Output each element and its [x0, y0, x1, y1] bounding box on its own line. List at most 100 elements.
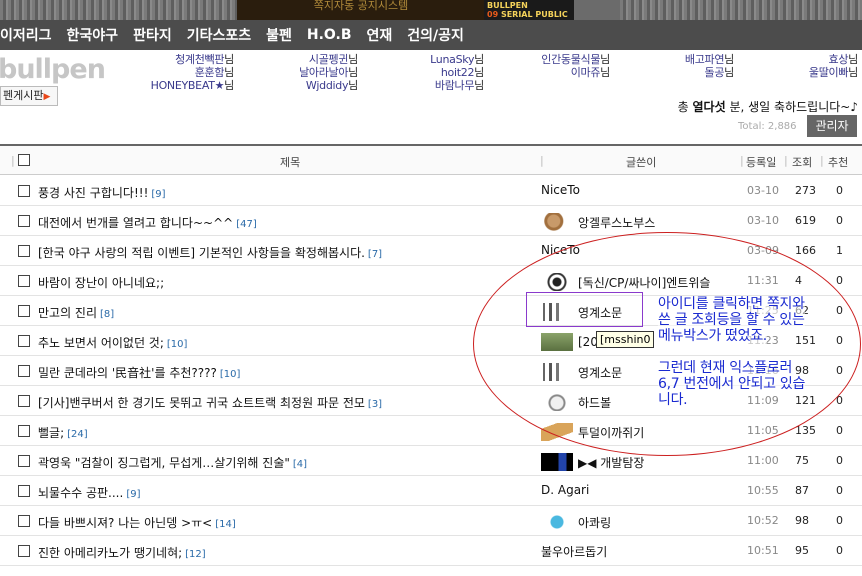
row-checkbox[interactable] [18, 425, 30, 437]
bullpen-logo[interactable]: bullpen [0, 54, 106, 85]
admin-button[interactable]: 관리자 [807, 115, 857, 137]
post-writer[interactable]: 아콰링 [541, 513, 611, 531]
stadium-image-left [0, 0, 240, 20]
post-title[interactable]: 진한 아메리카노가 땡기네혀; [12] [38, 544, 206, 561]
comment-count[interactable]: [8] [100, 309, 114, 320]
nav-bullpen[interactable]: 불펜 [266, 25, 292, 45]
comment-count[interactable]: [3] [368, 399, 382, 410]
birthday-user[interactable]: 날아라날아님 [282, 66, 358, 79]
post-title[interactable]: 다들 바쁘시져? 나는 아닌뎅 >ㅠ< [14] [38, 514, 236, 531]
birthday-col-1: 청계천빽판님 훈훈함님 HONEYBEAT★님 [150, 53, 235, 92]
sp-line1: BULLPEN [487, 1, 528, 10]
post-writer[interactable]: NiceTo [541, 183, 580, 197]
board-button[interactable]: 펜게시판▶ [0, 86, 58, 106]
post-title[interactable]: 뇌물수수 공판.... [9] [38, 484, 141, 501]
post-title[interactable]: 만고의 진리 [8] [38, 304, 114, 321]
post-title[interactable]: 곽영욱 "검찰이 징그럽게, 무섭게…살기위해 진술" [4] [38, 454, 307, 471]
row-checkbox[interactable] [18, 455, 30, 467]
row-checkbox[interactable] [18, 545, 30, 557]
birthday-user[interactable]: 훈훈함님 [150, 66, 235, 79]
post-recommend: 0 [836, 454, 843, 467]
post-title[interactable]: 밀란 쿤데라의 '民音社'를 추천???? [10] [38, 364, 240, 381]
birthday-user[interactable]: HONEYBEAT★님 [150, 79, 235, 92]
comment-count[interactable]: [24] [67, 429, 88, 440]
post-writer[interactable]: D. Agari [541, 483, 589, 497]
row-checkbox[interactable] [18, 185, 30, 197]
comment-count[interactable]: [12] [185, 549, 206, 560]
post-date: 11:00 [747, 454, 779, 467]
annotation-line: 6,7 번전에서 안되고 있습 [658, 376, 806, 392]
birthday-user[interactable]: hoit22님 [412, 66, 484, 79]
birthday-user[interactable]: 바람나무님 [412, 79, 484, 92]
post-title[interactable]: 대전에서 번개를 열려고 합니다~~^^ [47] [38, 214, 257, 231]
row-checkbox[interactable] [18, 245, 30, 257]
birthday-col-6: 효상님 울딸이빠님 [790, 53, 858, 79]
comment-count[interactable]: [10] [220, 369, 241, 380]
comment-count[interactable]: [47] [236, 219, 257, 230]
serial-public-banner[interactable]: BULLPEN 09 SERIAL PUBLIC [484, 0, 574, 20]
birthday-col-4: 인간동물식물님 이마쥬님 [524, 53, 610, 79]
birthday-user[interactable]: 울딸이빠님 [790, 66, 858, 79]
main-nav: 이저리그 한국야구 판타지 기타스포츠 불펜 H.O.B 연재 건의/공지 [0, 20, 862, 50]
column-divider: | [784, 154, 788, 167]
comment-count[interactable]: [7] [368, 249, 382, 260]
birthday-user[interactable]: Wjddidy님 [282, 79, 358, 92]
row-checkbox[interactable] [18, 365, 30, 377]
post-title[interactable]: [기사]밴쿠버서 한 경기도 못뛰고 귀국 쇼트트랙 최정원 파문 전모 [3] [38, 394, 382, 411]
post-recommend: 0 [836, 544, 843, 557]
post-recommend: 0 [836, 274, 843, 287]
total-count: Total: 2,886 [738, 121, 797, 132]
table-header: | 제목 | 글쓴이 | 등록일 | 조회 | 추천 [0, 144, 862, 175]
birthday-user[interactable]: 시골펭귄님 [282, 53, 358, 66]
post-title[interactable]: [한국 야구 사랑의 적립 이벤트] 기본적인 사항들을 확정해봅시다. [7] [38, 244, 382, 261]
nav-mlb[interactable]: 이저리그 [0, 25, 52, 45]
nav-suggest[interactable]: 건의/공지 [407, 25, 464, 45]
annotation-ellipse [473, 232, 861, 456]
comment-count[interactable]: [4] [293, 459, 307, 470]
table-row: 곽영욱 "검찰이 징그럽게, 무섭게…살기위해 진술" [4] ▶◀ 개발탐장 11:… [0, 446, 862, 476]
birthday-col-3: LunaSky님 hoit22님 바람나무님 [412, 53, 484, 92]
nav-kbo[interactable]: 한국야구 [67, 25, 119, 45]
column-divider: | [11, 154, 15, 167]
promo-banner[interactable]: 쪽지자동 공지시스템 [237, 0, 485, 20]
row-checkbox[interactable] [18, 275, 30, 287]
nav-other-sports[interactable]: 기타스포츠 [187, 25, 251, 45]
post-writer[interactable]: ▶◀ 개발탐장 [541, 453, 644, 471]
comment-count[interactable]: [9] [126, 489, 140, 500]
post-title[interactable]: 바람이 장난이 아니네요;; [38, 274, 167, 291]
annotation-line: 니다. [658, 392, 688, 408]
writer-avatar-icon [541, 453, 573, 471]
row-checkbox[interactable] [18, 515, 30, 527]
row-checkbox[interactable] [18, 395, 30, 407]
row-checkbox[interactable] [18, 305, 30, 317]
row-checkbox[interactable] [18, 335, 30, 347]
birthday-user[interactable]: 이마쥬님 [524, 66, 611, 79]
select-all-checkbox[interactable] [18, 154, 30, 166]
birthday-user[interactable]: 돌공님 [664, 66, 735, 79]
birthday-user[interactable]: 효상님 [790, 53, 859, 66]
nav-hob[interactable]: H.O.B [307, 27, 352, 43]
birthday-user[interactable]: 배고파연님 [664, 53, 734, 66]
post-title[interactable]: 뻘글; [24] [38, 424, 88, 441]
table-row: 진한 아메리카노가 땡기네혀; [12] 불우아르돕기 10:51 95 0 [0, 536, 862, 566]
post-writer[interactable]: 불우아르돕기 [541, 543, 607, 560]
comment-count[interactable]: [9] [151, 189, 165, 200]
post-recommend: 0 [836, 424, 843, 437]
comment-count[interactable]: [14] [215, 519, 236, 530]
birthday-user[interactable]: LunaSky님 [412, 53, 484, 66]
row-checkbox[interactable] [18, 215, 30, 227]
nav-fantasy[interactable]: 판타지 [133, 25, 172, 45]
birthday-user[interactable]: 청계천빽판님 [150, 53, 234, 66]
post-views: 619 [795, 214, 816, 227]
birthday-user[interactable]: 인간동물식물님 [524, 53, 610, 66]
post-writer[interactable]: 앙겔루스노부스 [541, 213, 655, 231]
post-recommend: 0 [836, 514, 843, 527]
post-views: 98 [795, 514, 809, 527]
top-banner: 쪽지자동 공지시스템 BULLPEN 09 SERIAL PUBLIC [0, 0, 862, 20]
comment-count[interactable]: [10] [167, 339, 188, 350]
nav-serial[interactable]: 연재 [367, 25, 393, 45]
post-views: 95 [795, 544, 809, 557]
post-title[interactable]: 추노 보면서 어이없던 것; [10] [38, 334, 187, 351]
row-checkbox[interactable] [18, 485, 30, 497]
post-title[interactable]: 풍경 사진 구합니다!!! [9] [38, 184, 166, 201]
